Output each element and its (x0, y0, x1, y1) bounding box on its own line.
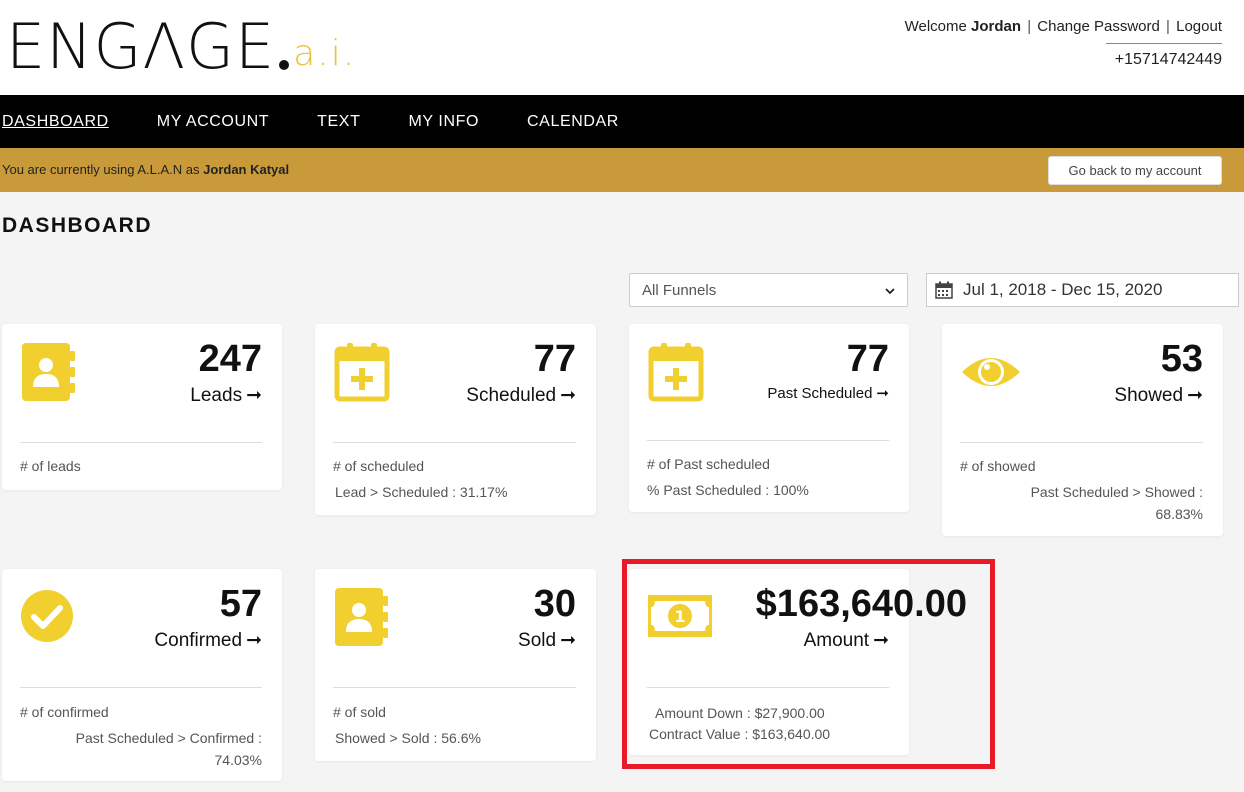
highlight-box (622, 559, 995, 769)
nav-my-info[interactable]: MY INFO (408, 113, 479, 131)
impersonation-prefix: You are currently using A.L.A.N as (2, 162, 200, 177)
impersonation-name: Jordan Katyal (203, 162, 290, 177)
showed-value: 53 (1160, 338, 1203, 380)
leads-label: Leads (190, 385, 243, 406)
card-divider (20, 687, 262, 688)
card-divider (647, 440, 889, 441)
user-links: Welcome Jordan | Change Password | Logou… (905, 18, 1222, 35)
arrow-right-icon: ➞ (246, 630, 262, 651)
impersonation-bar: You are currently using A.L.A.N as Jorda… (0, 148, 1244, 192)
sold-link[interactable]: Sold ➞ (518, 629, 576, 652)
confirmed-rate-label: Past Scheduled > Confirmed : (75, 730, 262, 746)
change-password-link[interactable]: Change Password (1037, 18, 1160, 35)
showed-caption: # of showed (960, 458, 1036, 474)
card-past-scheduled: 77 Past Scheduled ➞ # of Past scheduled %… (629, 324, 909, 512)
card-showed: 53 Showed ➞ # of showed Past Scheduled > … (942, 324, 1223, 536)
arrow-right-icon: ➞ (1187, 385, 1203, 406)
leads-caption: # of leads (20, 458, 81, 474)
card-divider (20, 442, 262, 443)
showed-rate-label: Past Scheduled > Showed : (1030, 484, 1203, 500)
past-scheduled-link[interactable]: Past Scheduled ➞ (767, 384, 889, 402)
leads-value: 247 (198, 338, 262, 380)
scheduled-value: 77 (533, 338, 576, 380)
chevron-down-icon (885, 282, 895, 299)
nav-calendar[interactable]: CALENDAR (527, 113, 619, 131)
card-sold: 30 Sold ➞ # of sold Showed > Sold : 56.6% (315, 569, 596, 761)
calendar-icon (935, 281, 953, 299)
contact-book-icon (20, 341, 78, 408)
funnel-select-value: All Funnels (642, 281, 717, 299)
date-range-picker[interactable]: Jul 1, 2018 - Dec 15, 2020 (926, 273, 1239, 307)
card-confirmed: 57 Confirmed ➞ # of confirmed Past Schedu… (2, 569, 282, 781)
page-title: DASHBOARD (2, 214, 152, 237)
confirmed-value: 57 (219, 583, 262, 625)
sold-value: 30 (533, 583, 576, 625)
scheduled-link[interactable]: Scheduled ➞ (466, 384, 576, 407)
arrow-right-icon: ➞ (246, 385, 262, 406)
past-scheduled-rate: % Past Scheduled : 100% (647, 482, 809, 498)
logo-wordmark: ENGΛGE (6, 10, 276, 83)
card-divider (333, 442, 576, 443)
header: ENGΛGE a.i. Welcome Jordan | Change Pass… (0, 0, 1244, 95)
check-circle-icon (20, 589, 74, 648)
nav-dashboard[interactable]: DASHBOARD (2, 113, 109, 131)
sold-rate: Showed > Sold : 56.6% (335, 730, 481, 746)
scheduled-label: Scheduled (466, 385, 557, 406)
logo-dot (279, 60, 290, 70)
scheduled-caption: # of scheduled (333, 458, 425, 474)
confirmed-rate-value: 74.03% (214, 752, 262, 768)
nav-my-account[interactable]: MY ACCOUNT (157, 113, 269, 131)
date-range-value: Jul 1, 2018 - Dec 15, 2020 (963, 280, 1163, 299)
funnel-select[interactable]: All Funnels (629, 273, 908, 307)
go-back-button[interactable]: Go back to my account (1048, 156, 1222, 185)
calendar-plus-icon (333, 341, 391, 408)
main-nav: DASHBOARD MY ACCOUNT TEXT MY INFO CALEND… (0, 95, 1244, 148)
past-scheduled-value: 77 (846, 338, 889, 380)
contact-book-icon (333, 586, 391, 653)
sold-caption: # of sold (333, 704, 386, 720)
confirmed-caption: # of confirmed (20, 704, 109, 720)
past-scheduled-caption: # of Past scheduled (647, 456, 770, 472)
phone-number: +15714742449 (1114, 51, 1222, 68)
logout-link[interactable]: Logout (1176, 18, 1222, 35)
confirmed-link[interactable]: Confirmed ➞ (154, 629, 262, 652)
nav-text[interactable]: TEXT (317, 113, 360, 131)
showed-link[interactable]: Showed ➞ (1114, 384, 1203, 407)
arrow-right-icon: ➞ (876, 385, 889, 402)
leads-link[interactable]: Leads ➞ (190, 384, 262, 407)
past-scheduled-label: Past Scheduled (767, 385, 873, 402)
eye-icon (960, 352, 1022, 397)
separator: | (1027, 18, 1032, 35)
welcome-prefix: Welcome (904, 18, 967, 35)
card-scheduled: 77 Scheduled ➞ # of scheduled Lead > Sche… (315, 324, 596, 515)
card-divider (333, 687, 576, 688)
header-divider (1106, 43, 1222, 44)
welcome-username: Jordan (971, 18, 1022, 35)
logo[interactable]: ENGΛGE a.i. (6, 8, 356, 78)
separator: | (1166, 18, 1170, 35)
arrow-right-icon: ➞ (560, 630, 576, 651)
showed-label: Showed (1114, 385, 1184, 406)
calendar-plus-icon (647, 341, 705, 408)
showed-rate-value: 68.83% (1155, 506, 1203, 522)
card-leads: 247 Leads ➞ # of leads (2, 324, 282, 490)
scheduled-rate: Lead > Scheduled : 31.17% (335, 484, 508, 500)
arrow-right-icon: ➞ (560, 385, 576, 406)
impersonation-text: You are currently using A.L.A.N as Jorda… (2, 162, 289, 177)
sold-label: Sold (518, 630, 557, 651)
logo-ai: a.i. (293, 33, 357, 74)
confirmed-label: Confirmed (154, 630, 243, 651)
card-divider (960, 442, 1203, 443)
